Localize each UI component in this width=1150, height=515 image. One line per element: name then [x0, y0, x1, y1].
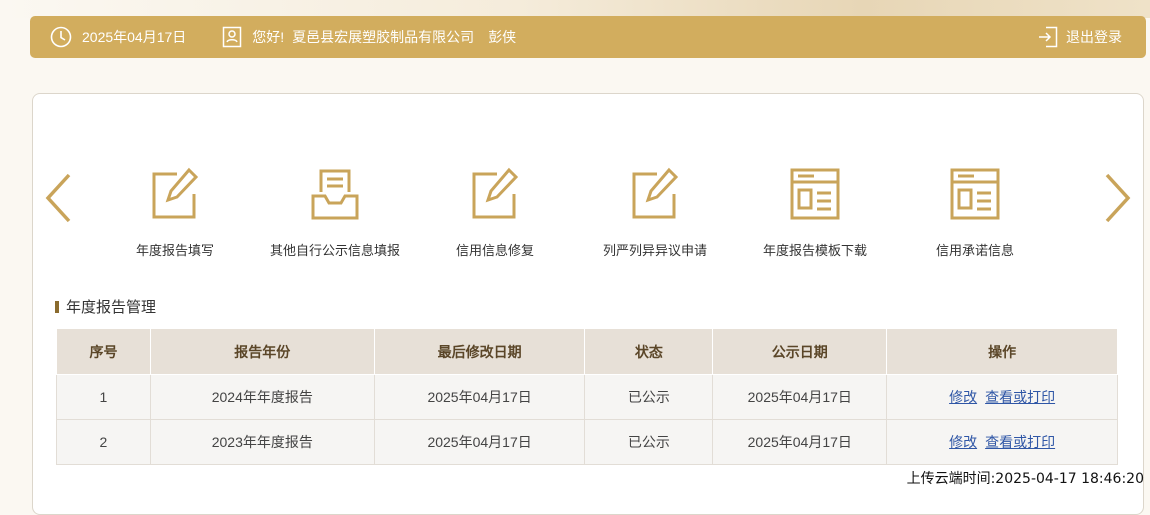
menu-credit-repair[interactable]: 信用信息修复	[415, 166, 575, 259]
section-title: 年度报告管理	[55, 296, 156, 317]
user-card-icon	[222, 26, 242, 48]
cell-year: 2023年年度报告	[149, 419, 375, 465]
edit-icon	[469, 166, 521, 222]
date-display: 2025年04月17日	[50, 26, 186, 48]
menu-label: 年度报告填写	[135, 243, 214, 258]
chevron-right-icon	[1105, 173, 1131, 223]
inbox-document-icon	[309, 166, 361, 222]
section-marker	[55, 300, 59, 313]
cell-no: 1	[56, 374, 151, 420]
company-name: 夏邑县宏展塑胶制品有限公司	[292, 29, 475, 45]
cell-published: 2025年04月17日	[712, 419, 888, 465]
menu-template-download[interactable]: 年度报告模板下载	[735, 166, 895, 259]
table-header-row: 序号 报告年份 最后修改日期 状态 公示日期 操作	[56, 328, 1118, 375]
column-header: 最后修改日期	[373, 328, 586, 375]
cell-actions: 修改 查看或打印	[886, 374, 1118, 420]
greeting: 您好!	[252, 29, 285, 45]
section-title-text: 年度报告管理	[66, 299, 157, 316]
table-row: 1 2024年年度报告 2025年04月17日 已公示 2025年04月17日 …	[56, 374, 1118, 420]
view-print-link[interactable]: 查看或打印	[985, 389, 1055, 405]
user-info: 您好! 夏邑县宏展塑胶制品有限公司 彭侠	[222, 26, 516, 48]
cell-status: 已公示	[584, 419, 714, 465]
user-name: 彭侠	[488, 29, 517, 45]
menu-label: 列严列异异议申请	[602, 243, 707, 258]
cell-modified: 2025年04月17日	[373, 419, 586, 465]
view-print-link[interactable]: 查看或打印	[985, 434, 1055, 450]
menu-label: 信用承诺信息	[935, 243, 1014, 258]
column-header: 状态	[584, 328, 714, 375]
table-row: 2 2023年年度报告 2025年04月17日 已公示 2025年04月17日 …	[56, 419, 1118, 465]
menu-label: 其他自行公示信息填报	[269, 243, 400, 258]
edit-icon	[149, 166, 201, 222]
edit-link[interactable]: 修改	[949, 389, 977, 405]
edit-link[interactable]: 修改	[949, 434, 977, 450]
cell-year: 2024年年度报告	[149, 374, 375, 420]
cell-status: 已公示	[584, 374, 714, 420]
menu-other-publicity[interactable]: 其他自行公示信息填报	[255, 166, 415, 259]
upload-time: 上传云端时间:2025-04-17 18:46:20	[906, 471, 1144, 487]
chevron-left-icon	[45, 173, 71, 223]
column-header: 序号	[56, 328, 151, 375]
template-icon	[949, 166, 1001, 222]
menu-label: 年度报告模板下载	[762, 243, 867, 258]
menu-annual-report-fill[interactable]: 年度报告填写	[95, 166, 255, 259]
cell-modified: 2025年04月17日	[373, 374, 586, 420]
top-bar: 2025年04月17日 您好! 夏邑县宏展塑胶制品有限公司 彭侠 退出登录	[30, 16, 1146, 58]
column-header: 报告年份	[149, 328, 375, 375]
logout-icon	[1038, 26, 1058, 48]
clock-icon	[50, 26, 72, 48]
column-header: 操作	[886, 328, 1118, 375]
current-date: 2025年04月17日	[82, 29, 187, 45]
main-panel: 年度报告填写 其他自行公示信息填报 信用信息修复 列严列异异议申请 年度报告模板…	[32, 93, 1144, 515]
edit-icon	[629, 166, 681, 222]
template-icon	[789, 166, 841, 222]
carousel-next-button[interactable]	[1103, 172, 1133, 224]
cell-no: 2	[56, 419, 151, 465]
cell-published: 2025年04月17日	[712, 374, 888, 420]
menu-label: 信用信息修复	[455, 243, 534, 258]
menu-credit-commitment[interactable]: 信用承诺信息	[895, 166, 1055, 259]
menu-objection-application[interactable]: 列严列异异议申请	[575, 166, 735, 259]
logout-label: 退出登录	[1066, 29, 1122, 45]
cell-actions: 修改 查看或打印	[886, 419, 1118, 465]
logout-button[interactable]: 退出登录	[1038, 26, 1122, 48]
annual-report-table: 序号 报告年份 最后修改日期 状态 公示日期 操作 1 2024年年度报告 20…	[56, 328, 1118, 465]
carousel-prev-button[interactable]	[43, 172, 73, 224]
column-header: 公示日期	[712, 328, 888, 375]
